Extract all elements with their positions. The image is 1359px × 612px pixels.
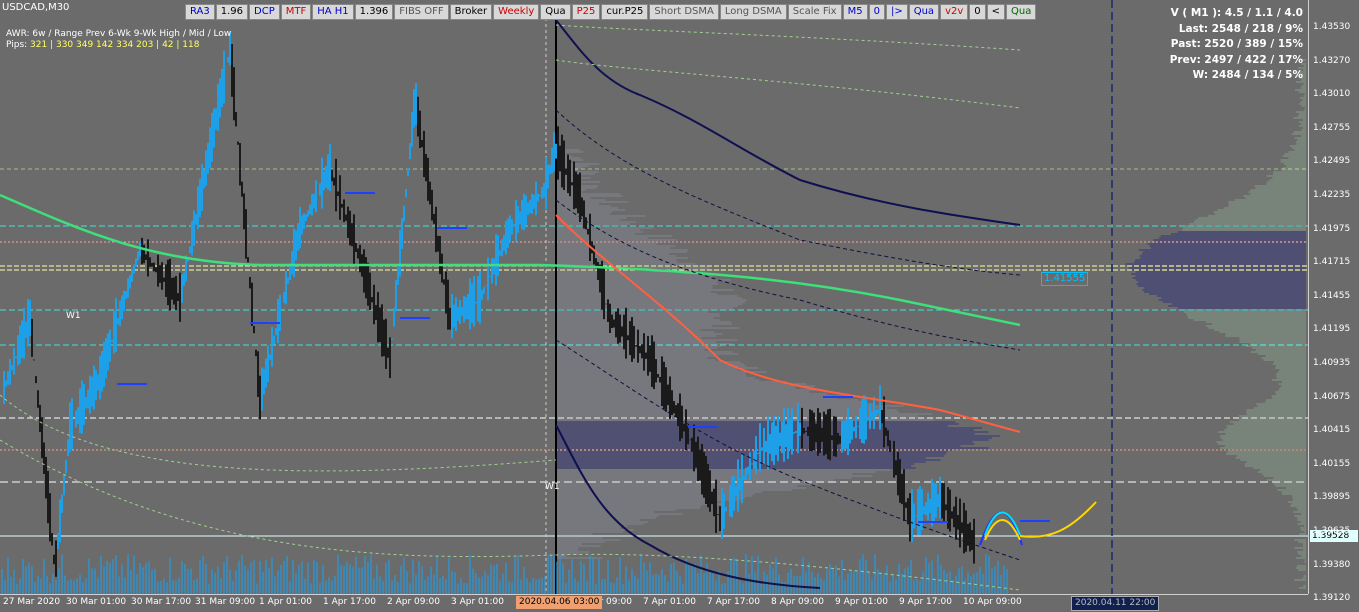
price-tick-label: 1.40675 [1313, 391, 1351, 402]
awr-header: AWR: 6w / Range Prev 6-Wk 9-Wk High / Mi… [6, 29, 232, 39]
price-tick-label: 1.39380 [1313, 559, 1351, 570]
awr-panel: AWR: 6w / Range Prev 6-Wk 9-Wk High / Mi… [6, 29, 231, 51]
price-tick-label: 1.39120 [1313, 593, 1351, 604]
price-tick-label: 1.40415 [1313, 425, 1351, 436]
awr-pips-label: Pips: [6, 40, 28, 50]
awr-values-row: Pips: 321 | 330 349 142 334 203 | 42 | 1… [6, 40, 231, 51]
toolbar-button-0[interactable]: 0 [969, 4, 986, 20]
toolbar-button-ra3[interactable]: RA3 [185, 4, 215, 20]
stats-w: W: 2484 / 134 / 5% [1192, 69, 1303, 81]
time-tick-label: 9 Apr 17:00 [899, 597, 952, 607]
toolbar-button-scale-fix[interactable]: Scale Fix [787, 4, 842, 20]
time-tick-label: 27 Mar 2020 [3, 597, 61, 607]
time-tick-label: 30 Mar 01:00 [66, 597, 127, 607]
price-tick-label: 1.42495 [1313, 156, 1351, 167]
toolbar-button-v2v[interactable]: v2v [940, 4, 969, 20]
outer-band [555, 59, 1021, 109]
stats-v-line: V ( M1 ): 4.5 / 1.1 / 4.0 [1170, 7, 1303, 19]
toolbar-button-1-96[interactable]: 1.96 [215, 4, 249, 20]
price-tick-label: 1.40935 [1313, 358, 1351, 368]
toolbar-button-fibs-off[interactable]: FIBS OFF [394, 4, 449, 20]
time-tick-label: 7 Apr 17:00 [707, 597, 760, 607]
price-tick-label: 1.39895 [1313, 492, 1351, 503]
toolbar-button-p25[interactable]: P25 [571, 4, 601, 20]
price-tick-label: 1.43270 [1313, 55, 1351, 66]
price-tick-label: 1.39635 [1313, 526, 1351, 536]
price-tick-label: 1.41455 [1313, 290, 1351, 301]
green-moving-average [0, 193, 1021, 327]
time-tick-label: 7 Apr 01:00 [643, 597, 696, 607]
stats-prev: Prev: 2497 / 422 / 17% [1169, 53, 1303, 66]
toolbar-button-1-396[interactable]: 1.396 [354, 4, 394, 20]
toolbar-button-0[interactable]: 0 [868, 4, 885, 20]
time-tick-label: 30 Mar 17:00 [131, 597, 192, 607]
w1-label: W1 [66, 311, 81, 321]
volume-stats-panel: V ( M1 ): 4.5 / 1.1 / 4.0 Last: 2548 / 2… [1170, 6, 1303, 84]
symbol-label: USDCAD,M30 [2, 2, 70, 13]
upper-envelope [555, 19, 1021, 226]
time-tick-label: 3 Apr 01:00 [451, 597, 504, 607]
price-tick-label: 1.41975 [1313, 223, 1351, 234]
toolbar-button-weekly[interactable]: Weekly [493, 4, 540, 20]
stats-last: Last: 2548 / 218 / 9% [1178, 22, 1303, 35]
crosshair-time-label: 2020.04.06 03:00 [516, 596, 603, 609]
w1-label: W1 [545, 482, 560, 492]
indicator-toolbar: RA3 1.96 DCP MTF HA H1 1.396 FIBS OFF Broker Wee… [185, 4, 1037, 20]
price-tick-label: 1.42755 [1313, 122, 1351, 133]
time-tick-label: 31 Mar 09:00 [195, 597, 256, 607]
toolbar-button-cur-p25[interactable]: cur.P25 [601, 4, 649, 20]
toolbar-button-dcp[interactable]: DCP [249, 4, 280, 20]
level-price-label: 1.41555 [1041, 272, 1089, 286]
time-tick-label: 9 Apr 01:00 [835, 597, 888, 607]
price-tick-label: 1.40155 [1313, 458, 1351, 469]
time-tick-label: 2 Apr 09:00 [387, 597, 440, 607]
toolbar-button-[interactable]: < [986, 4, 1006, 20]
toolbar-button-[interactable]: |> [885, 4, 908, 20]
stats-past: Past: 2520 / 389 / 15% [1170, 38, 1303, 50]
price-tick-label: 1.41195 [1313, 324, 1351, 335]
time-tick-label: 1 Apr 01:00 [259, 597, 312, 607]
toolbar-button-mtf[interactable]: MTF [280, 4, 312, 20]
future-time-label: 2020.04.11 22:00 [1071, 596, 1160, 611]
toolbar-button-long-dsma[interactable]: Long DSMA [719, 4, 787, 20]
price-tick-label: 1.43530 [1313, 22, 1351, 32]
price-axis[interactable]: 1.39528 1.43530 1.43270 1.43010 1.42755 1.42… [1308, 0, 1359, 603]
outer-band [555, 24, 1021, 51]
price-tick-label: 1.43010 [1313, 89, 1351, 100]
awr-pips-values: 321 | 330 349 142 334 203 | 42 | 118 [30, 40, 200, 50]
projection-line [1019, 501, 1097, 538]
time-tick-label: 8 Apr 09:00 [771, 597, 824, 607]
toolbar-button-ha-h1[interactable]: HA H1 [312, 4, 354, 20]
toolbar-button-qua[interactable]: Qua [908, 4, 940, 20]
chart-window[interactable]: USDCAD,M30 AWR: 6w / Range Prev 6-Wk 9-W… [0, 0, 1359, 612]
time-tick-label: 1 Apr 17:00 [323, 597, 376, 607]
toolbar-button-m5[interactable]: M5 [842, 4, 868, 20]
toolbar-button-qua[interactable]: Qua [1006, 4, 1037, 20]
price-tick-label: 1.41715 [1313, 257, 1351, 268]
time-axis[interactable]: 10 Apr 09:00 9 Apr 17:00 9 Apr 01:00 8 Apr … [0, 594, 1308, 612]
price-chart-plot[interactable] [0, 0, 1308, 594]
time-tick-label: 10 Apr 09:00 [963, 597, 1022, 607]
projection-arc [979, 511, 1023, 546]
toolbar-button-broker[interactable]: Broker [449, 4, 493, 20]
toolbar-button-qua[interactable]: Qua [540, 4, 571, 20]
price-tick-label: 1.42235 [1313, 190, 1351, 200]
toolbar-button-short-dsma[interactable]: Short DSMA [649, 4, 719, 20]
